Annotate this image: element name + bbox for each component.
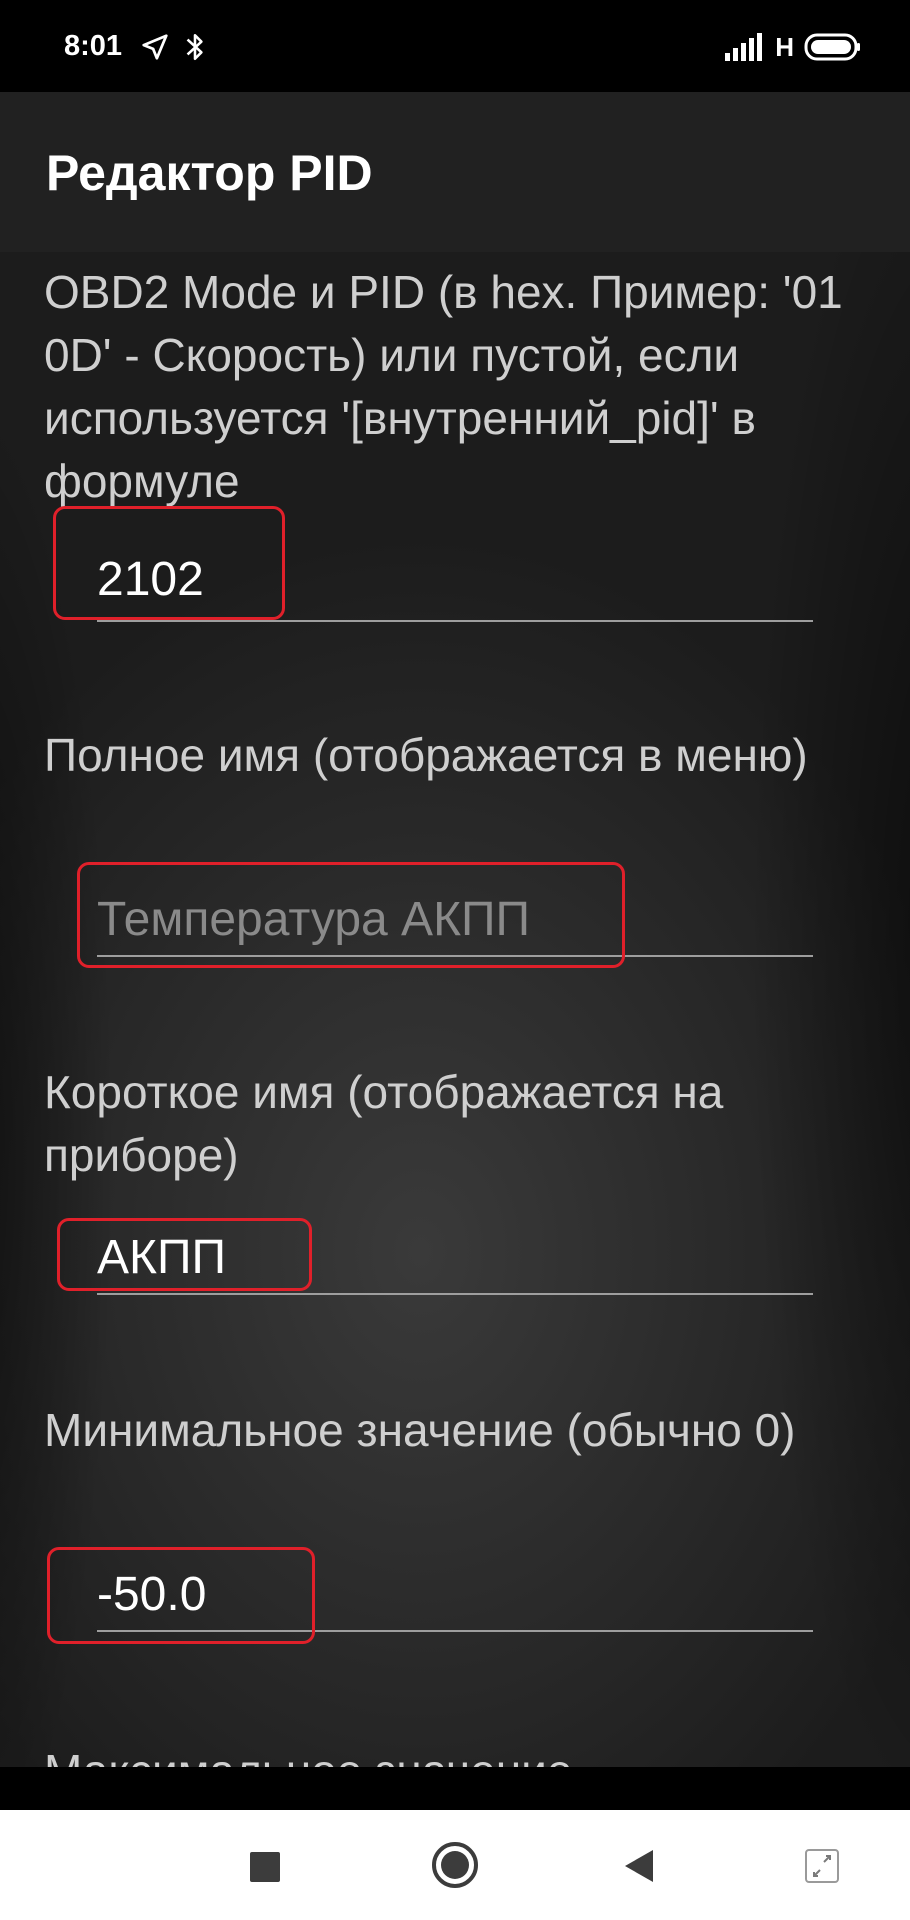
obd-mode-pid-label: OBD2 Mode и PID (в hex. Пример: '01 0D' … (44, 266, 843, 507)
max-value-label: Максимальное значение (44, 1740, 874, 1767)
circle-icon (432, 1842, 478, 1888)
full-name-highlight (77, 862, 625, 968)
triangle-back-icon (625, 1850, 653, 1882)
square-icon (250, 1852, 280, 1882)
short-name-highlight (57, 1218, 312, 1291)
bluetooth-icon (186, 33, 203, 61)
pid-editor-form[interactable]: OBD2 Mode и PID (в hex. Пример: '01 0D' … (0, 252, 910, 1767)
min-value-highlight (47, 1547, 315, 1644)
obd-mode-pid-underline (97, 620, 813, 622)
status-time: 8:01 (64, 30, 123, 62)
home-button[interactable] (430, 1840, 480, 1895)
navigation-bar (0, 1810, 910, 1920)
network-type-label: H (775, 31, 794, 62)
status-left-icons (140, 30, 208, 64)
status-bar: 8:01 H (0, 0, 910, 92)
min-value-label: Минимальное значение (обычно 0) (44, 1404, 796, 1456)
short-name-label: Короткое имя (отображается на приборе) (44, 1066, 724, 1181)
page-title: Редактор PID (46, 145, 373, 201)
recents-button[interactable] (248, 1850, 282, 1889)
status-right-icons: H (725, 30, 862, 64)
obd-mode-pid-highlight (53, 506, 285, 620)
short-name-underline (97, 1293, 813, 1295)
signal-icon (725, 33, 763, 61)
battery-icon (804, 33, 860, 61)
full-name-label: Полное имя (отображается в меню) (44, 729, 808, 781)
rotate-screen-icon (805, 1849, 839, 1883)
location-arrow-icon (142, 34, 168, 60)
back-button[interactable] (622, 1848, 656, 1889)
screen-rotate-button[interactable] (804, 1848, 840, 1889)
app-bar: Редактор PID (0, 92, 910, 252)
